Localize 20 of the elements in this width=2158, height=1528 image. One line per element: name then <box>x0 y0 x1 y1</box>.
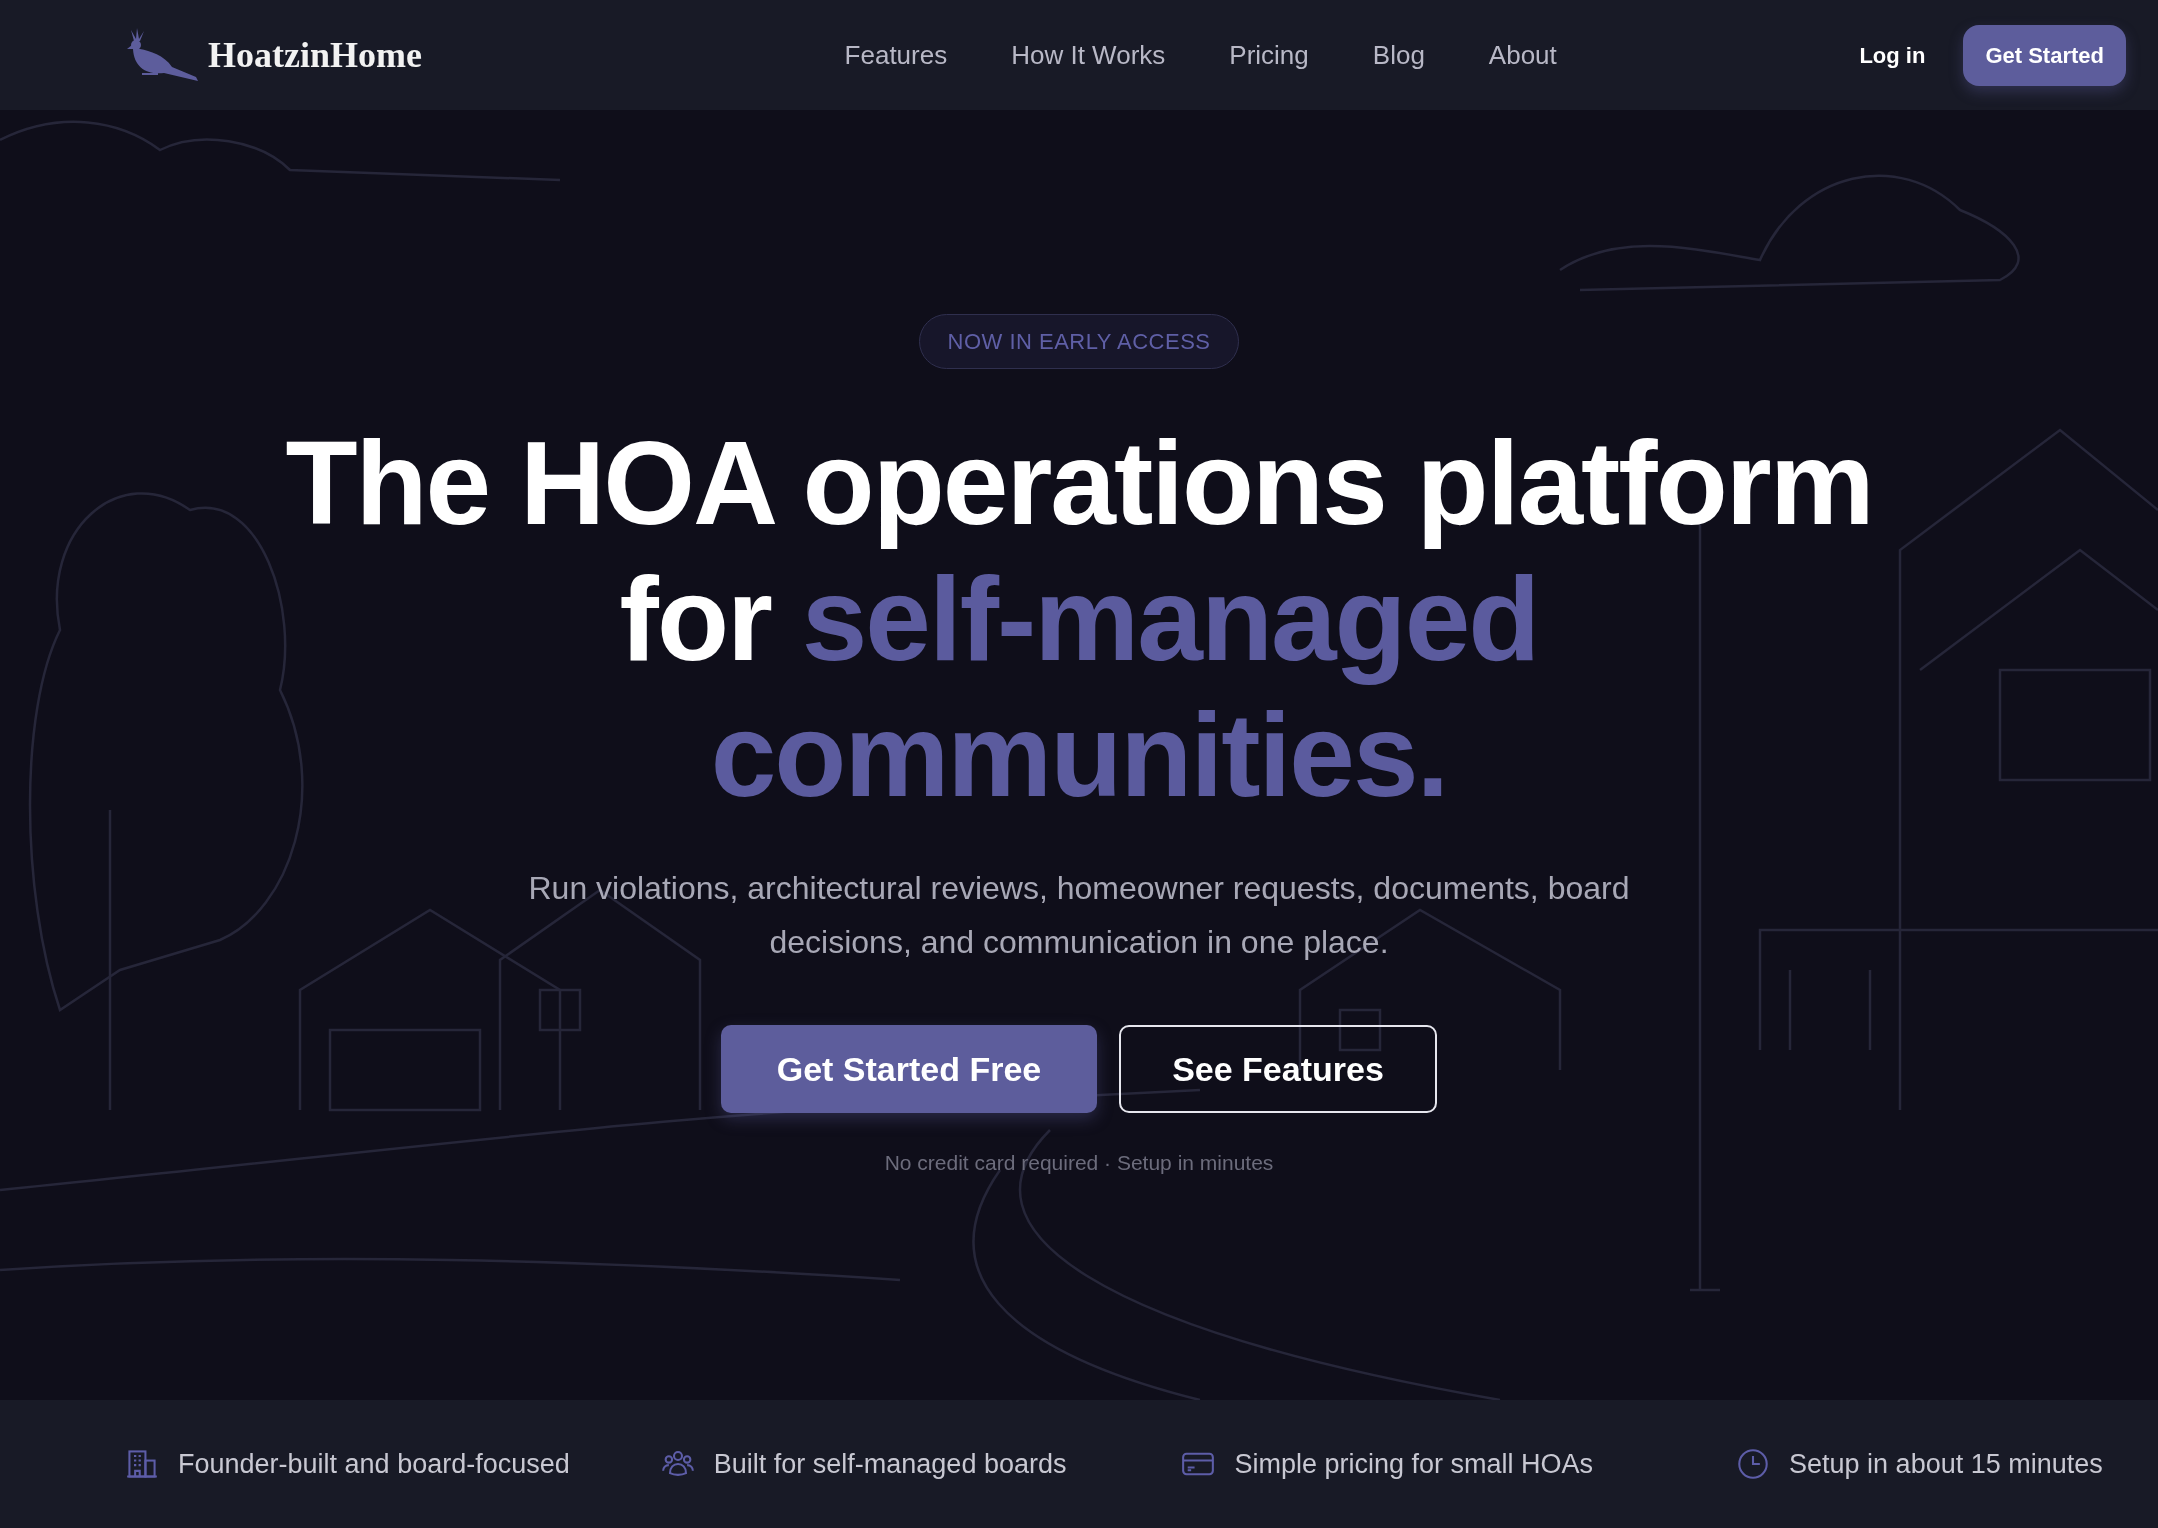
hero-headline: The HOA operations platform for self-managed communities. <box>285 416 1873 823</box>
clock-icon <box>1737 1448 1770 1480</box>
highlight-text: Simple pricing for small HOAs <box>1234 1447 1594 1481</box>
nav-link[interactable]: How It Works <box>1011 35 1166 75</box>
get-started-button[interactable]: Get Started <box>1963 24 2126 86</box>
highlight-text: Founder-built and board-focused <box>178 1447 570 1481</box>
building-icon <box>126 1448 158 1480</box>
login-link[interactable]: Log in <box>1859 38 1926 72</box>
nav-link[interactable]: Features <box>844 35 948 75</box>
highlight-text: Built for self-managed boards <box>713 1447 1067 1481</box>
nav-link[interactable]: About <box>1488 35 1557 75</box>
brand-name[interactable]: HoatzinHome <box>208 28 422 82</box>
get-started-free-button[interactable]: Get Started Free <box>721 1025 1097 1113</box>
hero-note: No credit card required · Setup in minutes <box>884 1150 1274 1176</box>
early-access-badge: NOW IN EARLY ACCESS <box>918 314 1240 369</box>
nav-link[interactable]: Blog <box>1372 35 1425 75</box>
highlight-text: Setup in about 15 minutes <box>1789 1447 2103 1481</box>
see-features-button[interactable]: See Features <box>1119 1025 1437 1113</box>
hero-subtitle: Run violations, architectural reviews, homeowner requests, documents, board decisions, and communication in one place. <box>527 869 1631 962</box>
nav-link[interactable]: Pricing <box>1229 35 1309 75</box>
